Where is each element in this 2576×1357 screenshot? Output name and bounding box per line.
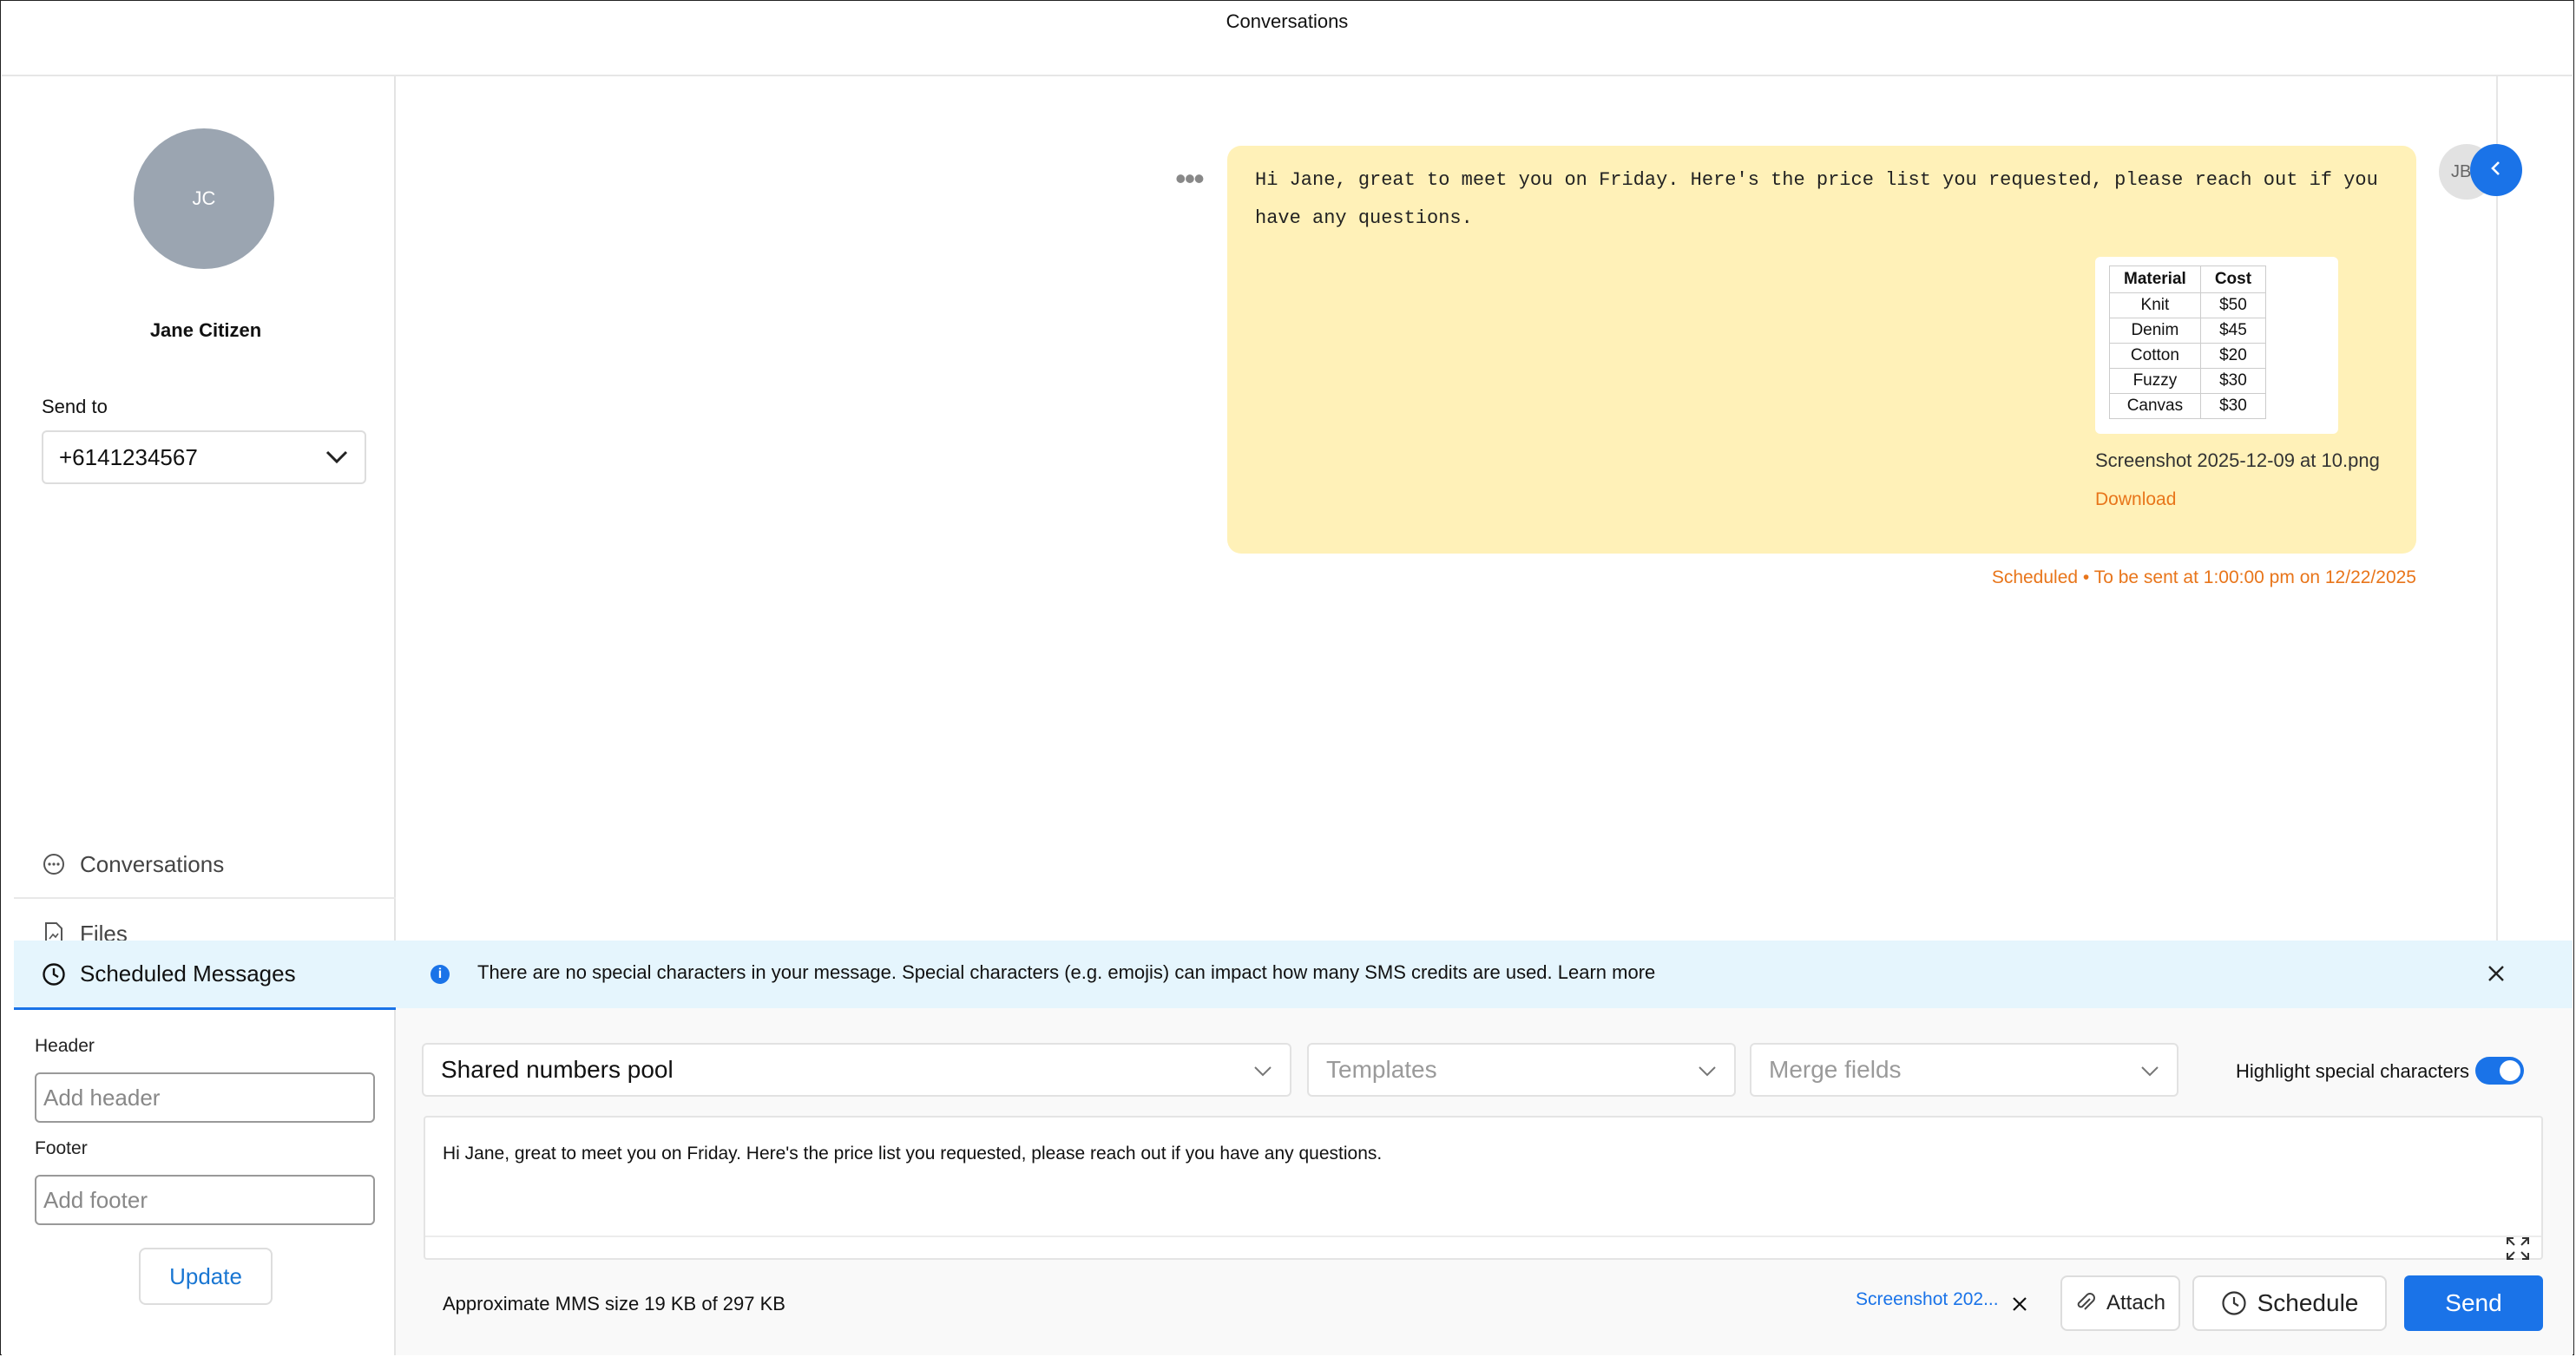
chevron-down-icon bbox=[1698, 1056, 1717, 1084]
mms-size: Approximate MMS size 19 KB of 297 KB bbox=[443, 1293, 785, 1314]
expand-icon[interactable] bbox=[2505, 1236, 2533, 1263]
attach-label: Attach bbox=[2106, 1291, 2166, 1314]
window-title: Conversations bbox=[1226, 10, 1349, 32]
schedule-label: Schedule bbox=[2257, 1289, 2359, 1316]
info-banner: i There are no special characters in you… bbox=[396, 941, 2573, 1008]
table-header: Cost bbox=[2199, 266, 2267, 293]
table-cell: Fuzzy bbox=[2109, 368, 2201, 394]
divider bbox=[2496, 76, 2498, 941]
table-cell: Denim bbox=[2109, 318, 2201, 344]
table-cell: $45 bbox=[2199, 318, 2267, 344]
schedule-button[interactable]: Schedule bbox=[2192, 1275, 2387, 1331]
paperclip-icon bbox=[2075, 1292, 2096, 1314]
footer-input[interactable]: Add footer bbox=[35, 1175, 375, 1225]
nav-scheduled-label: Scheduled Messages bbox=[80, 960, 296, 987]
attachment-thumbnail[interactable]: Material Cost Knit $50 Denim $45 Cotton $20… bbox=[2095, 257, 2338, 434]
divider bbox=[425, 1236, 2541, 1237]
remove-attachment-icon[interactable] bbox=[2008, 1293, 2031, 1315]
title-bar: Conversations bbox=[2, 2, 2573, 76]
chat-bubble-icon bbox=[42, 852, 66, 876]
attach-button[interactable]: Attach bbox=[2060, 1275, 2180, 1331]
table-cell: Cotton bbox=[2109, 343, 2201, 369]
contact-name: Jane Citizen bbox=[149, 319, 262, 341]
send-to-select[interactable]: +6141234567 bbox=[42, 430, 366, 484]
table-cell: $50 bbox=[2199, 292, 2267, 318]
chevron-down-icon bbox=[2140, 1056, 2159, 1084]
clock-icon bbox=[2221, 1290, 2247, 1316]
table-cell: $30 bbox=[2199, 368, 2267, 394]
scheduled-status: Scheduled • To be sent at 1:00:00 pm on … bbox=[1991, 567, 2416, 587]
merge-fields-select[interactable]: Merge fields bbox=[1750, 1043, 2178, 1097]
nav-conversations-label: Conversations bbox=[80, 850, 225, 877]
clock-icon bbox=[42, 962, 66, 987]
header-label: Header bbox=[35, 1036, 95, 1056]
table-cell: $20 bbox=[2199, 343, 2267, 369]
highlight-toggle[interactable] bbox=[2475, 1057, 2524, 1085]
message-text: Hi Jane, great to meet you on Friday. He… bbox=[1255, 169, 2378, 229]
footer-label: Footer bbox=[35, 1138, 88, 1158]
composer: Shared numbers pool Templates Merge fiel… bbox=[396, 1008, 2573, 1355]
message-input-text: Hi Jane, great to meet you on Friday. He… bbox=[443, 1144, 1383, 1164]
merge-fields-placeholder: Merge fields bbox=[1769, 1056, 1902, 1083]
templates-placeholder: Templates bbox=[1326, 1056, 1437, 1083]
table-cell: $30 bbox=[2199, 393, 2267, 419]
info-icon: i bbox=[430, 965, 450, 984]
close-icon[interactable] bbox=[2481, 958, 2512, 989]
contact-avatar: JC bbox=[134, 128, 274, 269]
nav-conversations[interactable]: Conversations bbox=[14, 831, 396, 899]
number-pool-value: Shared numbers pool bbox=[441, 1056, 674, 1083]
templates-select[interactable]: Templates bbox=[1307, 1043, 1736, 1097]
nav-scheduled-messages[interactable]: Scheduled Messages bbox=[14, 941, 396, 1010]
table-row: Cotton $20 bbox=[2109, 343, 2267, 369]
table-cell: Canvas bbox=[2109, 393, 2201, 419]
message-bubble: Hi Jane, great to meet you on Friday. He… bbox=[1227, 146, 2416, 554]
table-row: Fuzzy $30 bbox=[2109, 368, 2267, 394]
download-link[interactable]: Download bbox=[2095, 489, 2176, 510]
table-header: Material bbox=[2109, 266, 2201, 293]
contact-sidebar: JC Jane Citizen Send to +6141234567 Conv… bbox=[2, 76, 396, 1355]
chevron-down-icon bbox=[1253, 1056, 1272, 1084]
table-cell: Knit bbox=[2109, 292, 2201, 318]
chevron-down-icon bbox=[325, 444, 349, 471]
price-table: Material Cost Knit $50 Denim $45 Cotton $20… bbox=[2109, 266, 2267, 419]
attachment-chip[interactable]: Screenshot 202... bbox=[1856, 1289, 1999, 1310]
highlight-label: Highlight special characters bbox=[2236, 1060, 2470, 1082]
message-input[interactable]: Hi Jane, great to meet you on Friday. He… bbox=[424, 1116, 2543, 1260]
send-button[interactable]: Send bbox=[2404, 1275, 2543, 1331]
send-to-value: +6141234567 bbox=[59, 443, 198, 470]
header-input[interactable]: Add header bbox=[35, 1072, 375, 1123]
chevron-left-icon bbox=[2487, 160, 2505, 181]
table-row: Canvas $30 bbox=[2109, 393, 2267, 419]
update-button[interactable]: Update bbox=[139, 1248, 273, 1305]
number-pool-select[interactable]: Shared numbers pool bbox=[422, 1043, 1291, 1097]
info-banner-text: There are no special characters in your … bbox=[477, 961, 1656, 983]
send-to-label: Send to bbox=[42, 396, 108, 417]
collapse-panel-button[interactable] bbox=[2470, 144, 2522, 196]
attachment-file-name: Screenshot 2025-12-09 at 10.png bbox=[2095, 449, 2380, 471]
table-row: Knit $50 bbox=[2109, 292, 2267, 318]
table-row: Denim $45 bbox=[2109, 318, 2267, 344]
more-options-icon[interactable]: ••• bbox=[1175, 163, 1205, 194]
